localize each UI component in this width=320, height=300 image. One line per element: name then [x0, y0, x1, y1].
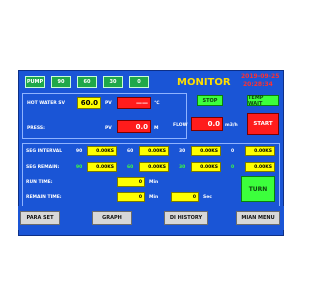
hot-water-label: HOT WATER SV [27, 101, 66, 106]
preset-30-button[interactable]: 30 [103, 76, 123, 88]
hot-water-pv-dashes: —— [136, 99, 148, 107]
flow-display: 0.0 [191, 117, 223, 131]
remain-time-min-display: 0 [117, 192, 145, 202]
seg-interval-num-90: 90 [76, 149, 83, 154]
seg-remain-num-90: 90 [76, 165, 83, 170]
press-pv-display: 0.0 [117, 120, 151, 133]
start-button[interactable]: START [247, 113, 279, 135]
seg-remain-30-display: 0.00KS [191, 162, 221, 172]
main-menu-button[interactable]: MIAN MENU [236, 211, 280, 225]
seg-interval-90-input[interactable]: 0.00KS [87, 146, 117, 156]
hot-water-unit: ℃ [154, 101, 160, 106]
remain-time-sec-display: 0 [171, 192, 199, 202]
hot-water-pv-label: PV [105, 101, 112, 106]
seg-remain-num-0: 0 [231, 165, 235, 170]
seg-remain-0-display: 0.00KS [245, 162, 275, 172]
press-pv-label: PV [105, 126, 112, 131]
press-unit: M [154, 126, 159, 131]
seg-interval-num-30: 30 [179, 149, 186, 154]
seg-interval-num-0: 0 [231, 149, 235, 154]
hot-water-pv-display: —— [117, 97, 151, 109]
seg-interval-label: SEG INTERVAL [26, 149, 63, 154]
run-time-display: 0 [117, 177, 145, 187]
remain-time-sec-unit: Sec [203, 195, 212, 200]
di-history-button[interactable]: DI HISTORY [164, 211, 208, 225]
run-time-unit: Min [149, 180, 159, 185]
seg-interval-num-60: 60 [127, 149, 134, 154]
para-set-button[interactable]: PARA SET [20, 211, 60, 225]
time-display: 20:28:34 [243, 81, 273, 88]
seg-remain-num-60: 60 [127, 165, 134, 170]
seg-remain-90-display: 0.00KS [87, 162, 117, 172]
remain-time-min-unit: Min [149, 195, 159, 200]
preset-0-button[interactable]: 0 [129, 76, 149, 88]
run-time-label: RUN TIME: [26, 180, 53, 185]
preset-90-button[interactable]: 90 [51, 76, 71, 88]
seg-interval-60-input[interactable]: 0.00KS [139, 146, 169, 156]
seg-interval-0-input[interactable]: 0.00KS [245, 146, 275, 156]
press-label: PRESS: [27, 126, 45, 131]
page-title: MONITOR [177, 77, 231, 88]
stop-button[interactable]: STOP [197, 95, 223, 106]
temperature-pressure-frame [22, 93, 187, 139]
graph-button[interactable]: GRAPH [92, 211, 132, 225]
flow-label: FLOW [173, 123, 188, 128]
flow-unit: m3/h [225, 123, 238, 128]
hot-water-sv-input[interactable]: 60.0 [77, 97, 101, 109]
remain-time-label: REMAIN TIME: [26, 195, 62, 200]
seg-interval-30-input[interactable]: 0.00KS [191, 146, 221, 156]
seg-remain-label: SEG REMAIN: [26, 165, 60, 170]
seg-remain-60-display: 0.00KS [139, 162, 169, 172]
temp-wait-button[interactable]: TEMP WAIT [247, 95, 279, 107]
seg-remain-num-30: 30 [179, 165, 186, 170]
turn-button[interactable]: TURN [241, 176, 275, 202]
pump-button[interactable]: PUMP [25, 76, 45, 88]
date-display: 2019-09-25 [241, 73, 280, 80]
preset-60-button[interactable]: 60 [77, 76, 97, 88]
